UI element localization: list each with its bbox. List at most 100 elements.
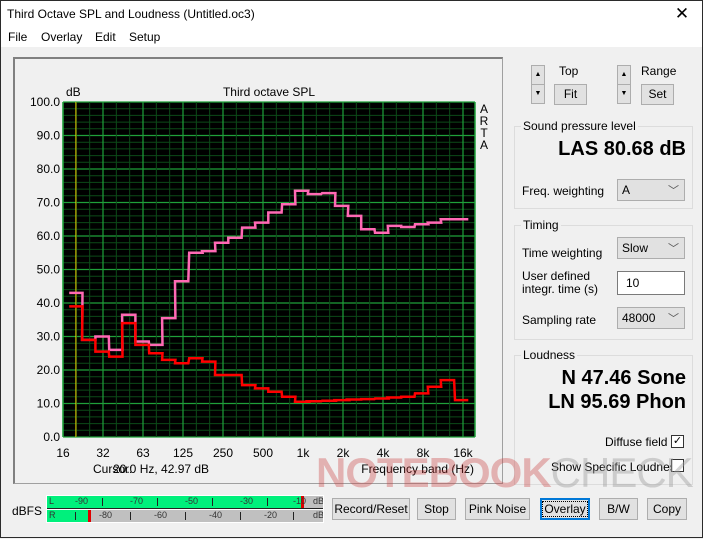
stop-button[interactable]: Stop (417, 498, 456, 520)
overlay-button[interactable]: Overlay (540, 498, 590, 520)
data-point-current (95, 350, 108, 353)
data-point-current (135, 343, 148, 346)
y-tick-label: 20.0 (37, 363, 61, 377)
meter-tick (240, 512, 241, 520)
meter-tick (130, 512, 131, 520)
show-specific-checkbox[interactable] (671, 459, 684, 472)
y-tick-label: 0.0 (43, 430, 60, 444)
record-reset-button[interactable]: Record/Reset (332, 498, 410, 520)
meter-tick (185, 512, 186, 520)
pink-noise-button[interactable]: Pink Noise (465, 498, 530, 520)
data-point-current (162, 358, 175, 361)
y-tick-label: 60.0 (37, 229, 61, 243)
meter-unit: dB (313, 510, 323, 520)
data-point-overlay (455, 218, 468, 221)
freq-weighting-value: A (622, 183, 631, 197)
data-point-overlay (415, 223, 428, 226)
y-tick-label: 50.0 (37, 263, 61, 277)
fit-button[interactable]: Fit (554, 84, 587, 105)
x-tick-label: 250 (213, 446, 233, 460)
spl-group-label: Sound pressure level (521, 119, 638, 133)
data-point-current (69, 305, 82, 308)
data-point-overlay (428, 221, 441, 224)
diffuse-field-checkbox[interactable]: ✓ (671, 435, 684, 448)
meter-r-label: R (49, 510, 56, 520)
chart-title: Third octave SPL (223, 85, 315, 99)
loudness-group-label: Loudness (521, 348, 578, 362)
data-point-current (255, 387, 268, 390)
data-point-overlay (122, 313, 135, 316)
meter-tick-label: -60 (154, 510, 168, 520)
time-weighting-select[interactable]: Slow ﹀ (617, 237, 685, 259)
data-point-overlay (175, 280, 188, 283)
top-down-button[interactable]: ▼ (531, 84, 545, 104)
data-point-current (375, 397, 388, 400)
diffuse-field-label: Diffuse field (605, 435, 668, 449)
data-point-current (82, 338, 95, 341)
data-point-overlay (255, 221, 268, 224)
meter-tick-label: -70 (130, 496, 144, 506)
data-point-overlay (202, 250, 215, 253)
data-point-overlay (228, 236, 241, 239)
user-time-value: 10 (626, 276, 640, 290)
cursor-value: 20.0 Hz, 42.97 dB (113, 462, 209, 476)
x-tick-label: 16 (56, 446, 70, 460)
data-point-current (175, 362, 188, 365)
y-tick-label: 30.0 (37, 330, 61, 344)
range-up-button[interactable]: ▲ (617, 65, 631, 85)
user-time-input[interactable]: 10 (617, 271, 685, 295)
meter-tick-label: -40 (209, 510, 223, 520)
data-point-current (415, 392, 428, 395)
y-tick-label: 40.0 (37, 296, 61, 310)
meter-l-label: L (49, 496, 55, 506)
data-point-overlay (135, 340, 148, 343)
level-meter: L -90 -70 -50 -30 -10 dB R -80 -60 -40 -… (46, 495, 324, 523)
meter-divider (47, 508, 323, 509)
data-point-overlay (242, 226, 255, 229)
x-tick-label: 1k (297, 446, 311, 460)
meter-tick (157, 498, 158, 506)
data-point-overlay (335, 204, 348, 207)
sampling-rate-select[interactable]: 48000 ﹀ (617, 307, 685, 329)
data-point-current (348, 398, 361, 401)
meter-tick (212, 498, 213, 506)
x-tick-label: 2k (337, 446, 351, 460)
meter-tick-label: -10 (293, 496, 307, 506)
data-point-overlay (322, 192, 335, 195)
meter-left-channel: L -90 -70 -50 -30 -10 dB (47, 496, 323, 508)
freq-weighting-select[interactable]: A ﹀ (617, 179, 685, 201)
chevron-down-icon: ﹀ (668, 243, 679, 255)
y-tick-label: 70.0 (37, 196, 61, 210)
data-point-overlay (308, 193, 321, 196)
top-up-button[interactable]: ▲ (531, 65, 545, 85)
data-point-current (335, 399, 348, 402)
chevron-down-icon: ﹀ (668, 185, 679, 197)
data-point-current (282, 395, 295, 398)
app-window: Third Octave SPL and Loudness (Untitled.… (0, 0, 703, 538)
data-point-overlay (69, 291, 82, 294)
copy-button[interactable]: Copy (647, 498, 687, 520)
data-point-overlay (295, 189, 308, 192)
loudness-n-value: N 47.46 Sone (561, 367, 686, 389)
data-point-current (308, 400, 321, 403)
freq-weighting-label: Freq. weighting (522, 184, 605, 198)
data-point-current (401, 395, 414, 398)
data-point-current (228, 374, 241, 377)
data-point-current (428, 385, 441, 388)
data-point-overlay (109, 348, 122, 351)
range-down-button[interactable]: ▼ (617, 84, 631, 104)
meter-right-channel: R -80 -60 -40 -20 dB (47, 510, 323, 522)
set-button[interactable]: Set (641, 84, 674, 105)
meter-tick-label: -20 (264, 510, 278, 520)
y-tick-label: 100.0 (30, 95, 60, 109)
time-weighting-value: Slow (622, 241, 649, 255)
data-point-overlay (441, 218, 454, 221)
data-point-current (202, 360, 215, 363)
meter-tick-label: -50 (185, 496, 199, 506)
meter-tick (293, 512, 294, 520)
x-tick-label: 32 (96, 446, 110, 460)
meter-tick-label: -90 (75, 496, 89, 506)
data-point-current (215, 374, 228, 377)
bw-button[interactable]: B/W (599, 498, 638, 520)
spl-value: LAS 80.68 dB (558, 138, 686, 160)
